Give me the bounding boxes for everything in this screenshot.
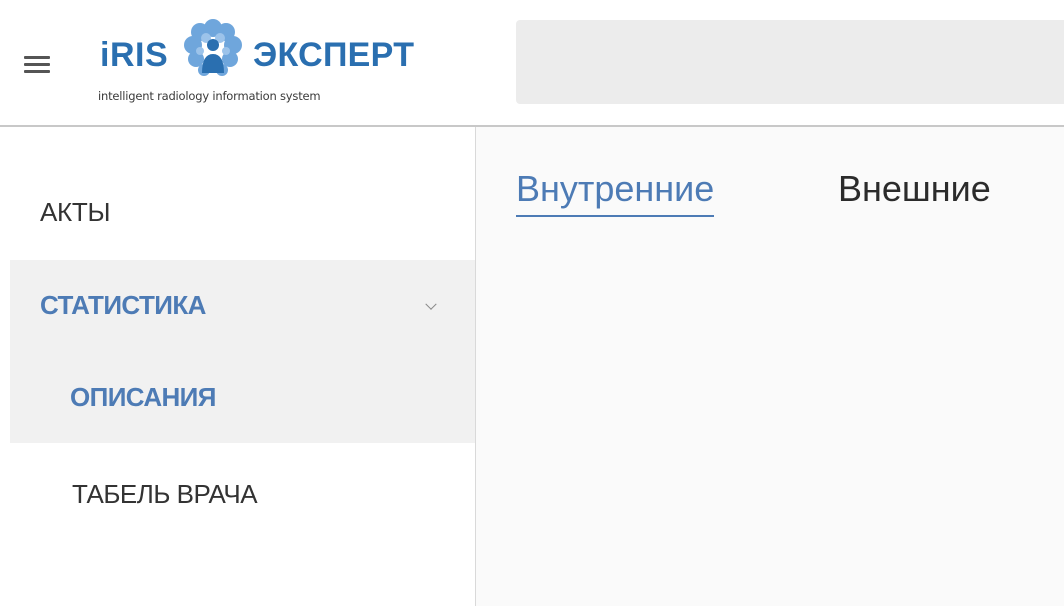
main-content: Внутренние Внешние — [476, 127, 1064, 606]
sidebar-item-doctor-timesheet[interactable]: ТАБЕЛЬ ВРАЧА — [10, 449, 475, 539]
menu-bar — [24, 56, 50, 59]
menu-bar — [24, 70, 50, 73]
sidebar-item-label: АКТЫ — [40, 197, 111, 227]
logo-word-right: ЭКСПЕРТ — [253, 36, 415, 74]
search-input[interactable] — [516, 20, 1064, 104]
tab-external[interactable]: Внешние — [838, 171, 991, 215]
sidebar-item-acts[interactable]: АКТЫ — [10, 167, 475, 257]
app-header: iRIS ЭКСПЕРТ intelligent radiology infor… — [0, 0, 1064, 127]
hamburger-menu-icon[interactable] — [24, 56, 50, 74]
sidebar-item-statistics[interactable]: СТАТИСТИКА — [10, 260, 475, 350]
logo-word-left: iRIS — [100, 36, 169, 74]
sidebar-item-label: СТАТИСТИКА — [40, 290, 206, 320]
chevron-down-icon[interactable] — [425, 298, 437, 310]
sidebar-item-label: ТАБЕЛЬ ВРАЧА — [72, 479, 258, 509]
sidebar-nav: АКТЫ СТАТИСТИКА ОПИСАНИЯ ТАБЕЛЬ ВРАЧА — [0, 127, 476, 606]
brain-person-logo-icon — [184, 19, 242, 76]
tab-internal[interactable]: Внутренние — [516, 171, 715, 217]
logo-tagline: intelligent radiology information system — [98, 89, 321, 103]
sidebar-item-descriptions[interactable]: ОПИСАНИЯ — [10, 352, 475, 442]
sidebar-item-label: ОПИСАНИЯ — [70, 382, 216, 412]
menu-bar — [24, 63, 50, 66]
app-logo[interactable]: iRIS ЭКСПЕРТ intelligent radiology infor… — [96, 18, 436, 110]
